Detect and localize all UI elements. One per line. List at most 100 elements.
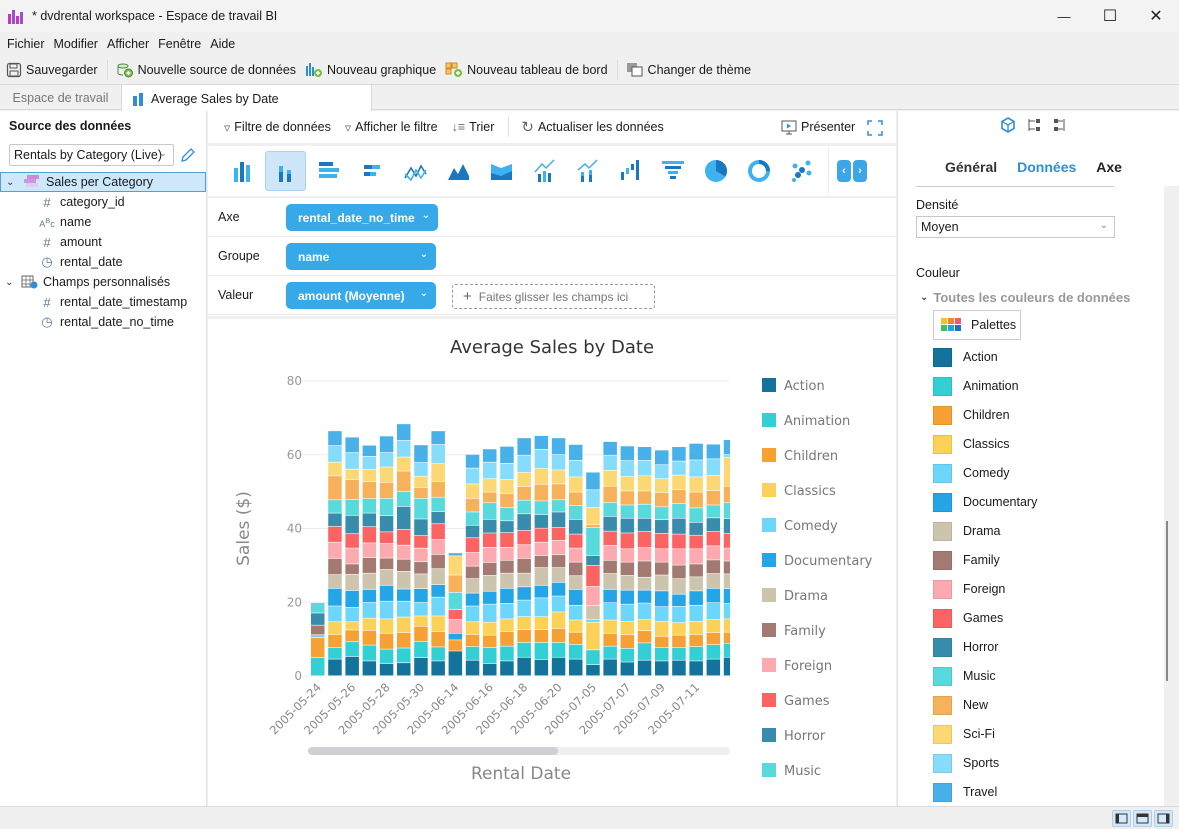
tree-node-custom-fields[interactable]: ⌄ Champs personnalisés: [0, 272, 206, 292]
sort-button[interactable]: ↓≡ Trier: [452, 120, 495, 134]
chart-type-bar-line[interactable]: [523, 151, 564, 191]
color-swatch[interactable]: [933, 492, 952, 512]
tab-workspace[interactable]: Espace de travail: [0, 85, 121, 111]
save-button[interactable]: Sauvegarder: [6, 62, 98, 78]
chart-type-pie[interactable]: [695, 151, 736, 191]
color-item-games[interactable]: Games: [933, 608, 1003, 628]
all-colors-toggle[interactable]: ⌄ Toutes les couleurs de données: [920, 290, 1130, 305]
menu-file[interactable]: Fichier: [7, 37, 45, 51]
group-field-pill[interactable]: name ⌄: [286, 243, 436, 270]
color-swatch[interactable]: [933, 434, 952, 454]
tree-field-category-id[interactable]: # category_id: [0, 192, 206, 212]
present-button[interactable]: Présenter: [781, 119, 855, 135]
chart-type-donut[interactable]: [738, 151, 779, 191]
color-swatch[interactable]: [933, 695, 952, 715]
color-swatch[interactable]: [933, 782, 952, 802]
toggle-right-panel-button[interactable]: [1154, 810, 1173, 827]
chart-type-stacked-bar-line[interactable]: [566, 151, 607, 191]
tree-layout-icon[interactable]: [1026, 117, 1042, 133]
color-swatch[interactable]: [933, 608, 952, 628]
color-item-horror[interactable]: Horror: [933, 637, 998, 657]
palettes-button[interactable]: Palettes: [933, 310, 1021, 340]
density-select[interactable]: Moyen ⌄: [916, 216, 1115, 238]
minimize-button[interactable]: —: [1041, 0, 1087, 32]
close-button[interactable]: ✕: [1133, 0, 1179, 32]
color-item-foreign[interactable]: Foreign: [933, 579, 1005, 599]
color-swatch[interactable]: [933, 753, 952, 773]
chart-type-bar[interactable]: [222, 151, 263, 191]
chart-type-line[interactable]: [394, 151, 435, 191]
color-item-sci-fi[interactable]: Sci-Fi: [933, 724, 995, 744]
field-dropzone[interactable]: + Faites glisser les champs ici: [452, 284, 655, 309]
color-item-children[interactable]: Children: [933, 405, 1010, 425]
chart-type-horizontal-stacked-bar[interactable]: [351, 151, 392, 191]
tab-data[interactable]: Données: [1017, 159, 1076, 175]
edit-source-icon[interactable]: [179, 146, 197, 164]
tree-field-amount[interactable]: # amount: [0, 232, 206, 252]
color-swatch[interactable]: [933, 666, 952, 686]
new-dashboard-button[interactable]: Nouveau tableau de bord: [445, 62, 608, 78]
color-swatch[interactable]: [933, 521, 952, 541]
menu-window[interactable]: Fenêtre: [158, 37, 201, 51]
chart-type-next-button[interactable]: ›: [853, 160, 867, 182]
tree-field-rental-date-timestamp[interactable]: # rental_date_timestamp: [0, 292, 206, 312]
color-item-sports[interactable]: Sports: [933, 753, 999, 773]
chart-type-area[interactable]: [437, 151, 478, 191]
color-swatch[interactable]: [933, 579, 952, 599]
color-item-drama[interactable]: Drama: [933, 521, 1001, 541]
color-item-music[interactable]: Music: [933, 666, 996, 686]
expand-chevron-icon[interactable]: ⌄: [6, 177, 18, 188]
color-swatch[interactable]: [933, 637, 952, 657]
tree-node-sales-per-category[interactable]: ⌄ Sales per Category: [0, 172, 206, 192]
show-filter-button[interactable]: ▿ Afficher le filtre: [345, 120, 438, 135]
chart-type-stacked-area[interactable]: [480, 151, 521, 191]
chart-type-prev-button[interactable]: ‹: [837, 160, 851, 182]
color-swatch[interactable]: [933, 347, 952, 367]
data-filter-button[interactable]: ▿ Filtre de données: [224, 120, 331, 135]
fullscreen-icon[interactable]: [867, 120, 883, 136]
new-data-source-button[interactable]: Nouvelle source de données: [116, 62, 296, 78]
color-item-documentary[interactable]: Documentary: [933, 492, 1037, 512]
chart-type-funnel[interactable]: [652, 151, 693, 191]
color-swatch[interactable]: [933, 405, 952, 425]
value-field-pill[interactable]: amount (Moyenne) ⌄: [286, 282, 436, 309]
maximize-button[interactable]: ☐: [1087, 0, 1133, 32]
menu-help[interactable]: Aide: [210, 37, 235, 51]
tree-field-rental-date-no-time[interactable]: ◷ rental_date_no_time: [0, 312, 206, 332]
color-item-classics[interactable]: Classics: [933, 434, 1010, 454]
menu-view[interactable]: Afficher: [107, 37, 149, 51]
color-swatch[interactable]: [933, 376, 952, 396]
toggle-left-panel-button[interactable]: [1112, 810, 1131, 827]
scrollbar-thumb[interactable]: [1166, 521, 1168, 681]
color-item-family[interactable]: Family: [933, 550, 1000, 570]
toggle-top-panel-button[interactable]: [1133, 810, 1152, 827]
color-swatch[interactable]: [933, 724, 952, 744]
color-item-action[interactable]: Action: [933, 347, 998, 367]
chart-scrollbar-thumb[interactable]: [308, 747, 558, 755]
refresh-data-button[interactable]: ↻ Actualiser les données: [521, 118, 663, 136]
chart-type-scatter[interactable]: [781, 151, 822, 191]
color-item-animation[interactable]: Animation: [933, 376, 1019, 396]
tab-axis[interactable]: Axe: [1096, 159, 1122, 175]
chart-type-horizontal-bar[interactable]: [308, 151, 349, 191]
tab-average-sales-by-date[interactable]: Average Sales by Date: [121, 85, 372, 112]
color-item-travel[interactable]: Travel: [933, 782, 997, 802]
data-source-select[interactable]: Rentals by Category (Live) ⌄: [9, 144, 174, 166]
color-item-new[interactable]: New: [933, 695, 988, 715]
color-swatch[interactable]: [933, 463, 952, 483]
tab-general[interactable]: Général: [945, 159, 997, 175]
chart-type-waterfall[interactable]: [609, 151, 650, 191]
change-theme-button[interactable]: Changer de thème: [626, 62, 751, 78]
new-chart-button[interactable]: Nouveau graphique: [305, 62, 436, 78]
color-swatch[interactable]: [933, 550, 952, 570]
split-layout-icon[interactable]: [1052, 117, 1068, 133]
tree-field-rental-date[interactable]: ◷ rental_date: [0, 252, 206, 272]
properties-scrollbar[interactable]: [1164, 186, 1179, 806]
axis-field-pill[interactable]: rental_date_no_time ⌄: [286, 204, 438, 231]
menu-edit[interactable]: Modifier: [54, 37, 98, 51]
chart-type-stacked-bar[interactable]: [265, 151, 306, 191]
tree-field-name[interactable]: ABc name: [0, 212, 206, 232]
color-item-comedy[interactable]: Comedy: [933, 463, 1010, 483]
cube-icon[interactable]: [1000, 117, 1016, 133]
expand-chevron-icon[interactable]: ⌄: [5, 277, 17, 288]
